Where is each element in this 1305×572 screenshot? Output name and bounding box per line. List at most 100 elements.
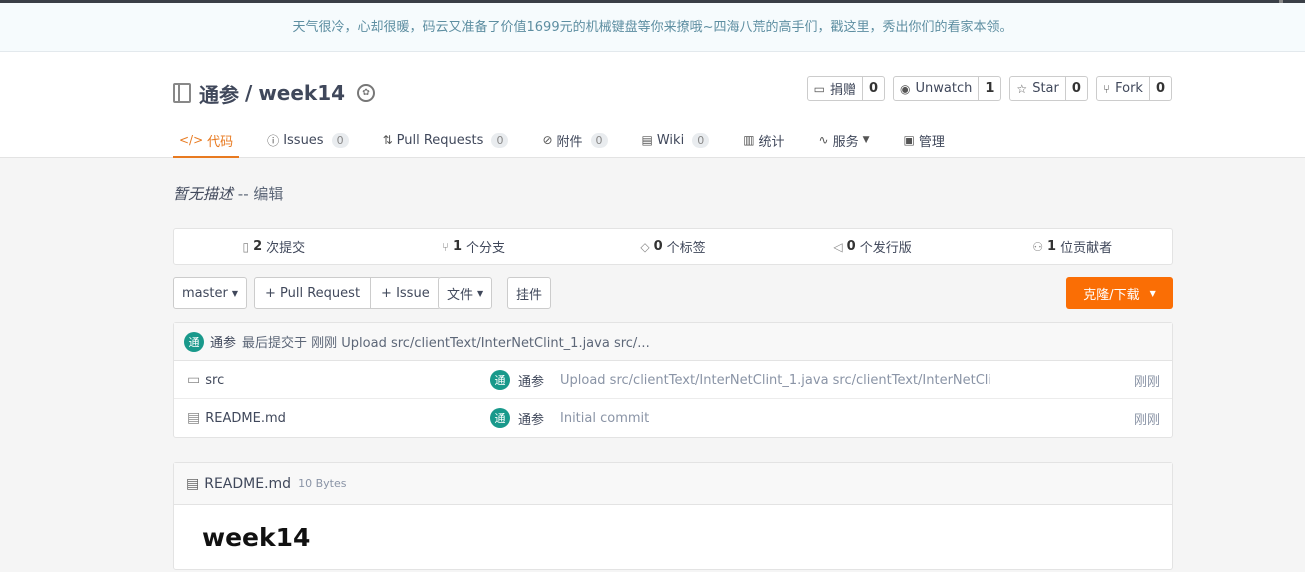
last-commit-author[interactable]: 通参 (210, 332, 236, 351)
fork-button[interactable]: ⑂ Fork 0 (1095, 76, 1172, 101)
caret-down-icon: ▼ (477, 288, 484, 298)
announcement-text[interactable]: 天气很冷，心却很暖，码云又准备了价值1699元的机械键盘等你来撩哦~四海八荒的高… (293, 20, 1013, 35)
tab-statistics-label: 统计 (758, 134, 785, 150)
last-commit-bar: 通 通参 最后提交于 刚刚 Upload src/clientText/Inte… (174, 323, 1172, 361)
clone-download-label: 克隆/下载 (1083, 287, 1140, 303)
donate-button[interactable]: ▭ 捐赠 0 (806, 76, 886, 101)
tab-statistics[interactable]: ▥ 统计 (737, 122, 790, 158)
repo-tabs: </> 代码 ⓘ Issues 0 ⇅ Pull Requests 0 ⊘ 附件… (173, 122, 973, 158)
new-pull-request-label: + Pull Request (265, 285, 361, 301)
stat-releases[interactable]: ◁ 0 个发行版 (773, 229, 973, 264)
tab-code[interactable]: </> 代码 (173, 122, 240, 158)
file-icon: ▤ (187, 410, 201, 426)
unwatch-button[interactable]: ◉ Unwatch 1 (893, 76, 1002, 101)
tab-issues[interactable]: ⓘ Issues 0 (261, 122, 354, 158)
stat-releases-label: 个发行版 (859, 241, 912, 256)
commits-icon: ▯ (242, 239, 250, 254)
avatar[interactable]: 通 (490, 370, 510, 390)
caret-down-icon: ▼ (1149, 288, 1156, 298)
new-issue-button[interactable]: + Issue (370, 278, 440, 308)
stat-branches-label: 个分支 (466, 241, 506, 256)
file-author[interactable]: 通参 (518, 371, 544, 390)
tab-issues-label: Issues (283, 132, 324, 148)
repo-name-link[interactable]: week14 (258, 81, 345, 105)
file-name[interactable]: src (205, 373, 224, 388)
file-commit-message[interactable]: Initial commit (560, 399, 990, 437)
fork-icon: ⑂ (1102, 81, 1111, 96)
fork-count[interactable]: 0 (1150, 77, 1171, 100)
stat-tags[interactable]: ◇ 0 个标签 (573, 229, 773, 264)
code-icon: </> (179, 133, 204, 147)
tab-manage-label: 管理 (918, 134, 945, 150)
avatar[interactable]: 通 (184, 331, 204, 352)
file-name-cell[interactable]: ▭ src (187, 361, 224, 399)
repo-owner-link[interactable]: 通参 (199, 79, 239, 108)
stat-contributors[interactable]: ⚇ 1 位贡献者 (972, 229, 1172, 264)
repo-header: 通参 / week14 ✿ ▭ 捐赠 0 ◉ Unwatch 1 ☆ Star 0 ⑂… (0, 52, 1305, 158)
file-name-cell[interactable]: ▤ README.md (187, 399, 286, 437)
fork-label: Fork (1115, 81, 1143, 96)
tab-manage[interactable]: ▣ 管理 (898, 122, 951, 158)
new-actions-group: + Pull Request + Issue (254, 277, 441, 309)
table-row[interactable]: ▤ README.md 通 通参 Initial commit 刚刚 (174, 399, 1172, 437)
tab-wiki-label: Wiki (656, 132, 685, 148)
new-issue-label: + Issue (381, 285, 430, 301)
eye-icon: ◉ (900, 81, 911, 96)
donate-label: 捐赠 (829, 83, 856, 98)
stat-commits[interactable]: ▯ 2 次提交 (174, 229, 374, 264)
file-menu-button[interactable]: 文件 ▼ (438, 277, 493, 309)
file-name[interactable]: README.md (205, 411, 286, 426)
branch-select[interactable]: master ▼ (173, 277, 247, 309)
stat-branches[interactable]: ⑂ 1 个分支 (374, 229, 574, 264)
clone-download-button[interactable]: 克隆/下载 ▼ (1066, 277, 1173, 309)
wiki-icon: ▤ (641, 133, 653, 147)
readme-heading: week14 (202, 523, 311, 552)
readme-filename[interactable]: README.md (204, 476, 291, 492)
tab-code-label: 代码 (207, 134, 234, 150)
readme-panel: ▤ README.md 10 Bytes week14 (173, 462, 1173, 570)
stat-tags-label: 个标签 (666, 241, 706, 256)
widget-label: 挂件 (516, 287, 543, 303)
file-author[interactable]: 通参 (518, 409, 544, 428)
stat-tags-count: 0 (653, 239, 663, 254)
watch-count[interactable]: 1 (979, 77, 1000, 100)
last-commit-text[interactable]: 最后提交于 刚刚 Upload src/clientText/InterNetC… (242, 332, 650, 351)
avatar[interactable]: 通 (490, 408, 510, 428)
star-label: Star (1032, 81, 1059, 96)
issue-icon: ⓘ (267, 133, 280, 148)
file-author-cell: 通 通参 (490, 361, 544, 399)
star-button[interactable]: ☆ Star 0 (1009, 76, 1088, 101)
tag-icon: ◇ (640, 239, 650, 254)
recommend-badge-icon[interactable]: ✿ (357, 84, 376, 102)
tab-attachments[interactable]: ⊘ 附件 0 (536, 122, 613, 158)
stat-contributors-count: 1 (1047, 239, 1057, 254)
branch-icon: ⑂ (441, 239, 449, 254)
star-count[interactable]: 0 (1066, 77, 1087, 100)
description-edit-link[interactable]: 编辑 (253, 185, 283, 203)
tab-pull-requests[interactable]: ⇅ Pull Requests 0 (377, 122, 515, 158)
donate-icon: ▭ (813, 81, 825, 96)
donate-count[interactable]: 0 (863, 77, 884, 100)
repo-title: 通参 / week14 ✿ (173, 79, 376, 108)
pull-request-icon: ⇅ (382, 133, 393, 147)
caret-down-icon: ▼ (231, 288, 238, 298)
file-commit-message[interactable]: Upload src/clientText/InterNetClint_1.ja… (560, 361, 990, 399)
repo-actions: ▭ 捐赠 0 ◉ Unwatch 1 ☆ Star 0 ⑂ Fork 0 (806, 76, 1172, 101)
unwatch-label: Unwatch (915, 81, 973, 96)
table-row[interactable]: ▭ src 通 通参 Upload src/clientText/InterNe… (174, 361, 1172, 399)
branch-select-label: master (182, 285, 228, 301)
tab-issues-count: 0 (331, 132, 349, 148)
stat-branches-count: 1 (452, 239, 462, 254)
stat-contributors-label: 位贡献者 (1060, 241, 1113, 256)
tab-attachments-label: 附件 (556, 134, 583, 150)
tab-attachments-count: 0 (590, 132, 608, 148)
attachment-icon: ⊘ (542, 133, 553, 147)
announcement-banner[interactable]: 天气很冷，心却很暖，码云又准备了价值1699元的机械键盘等你来撩哦~四海八荒的高… (0, 3, 1305, 52)
tab-wiki[interactable]: ▤ Wiki 0 (636, 122, 716, 158)
new-pull-request-button[interactable]: + Pull Request (255, 278, 370, 308)
description-text: 暂无描述 (173, 185, 234, 203)
tab-services[interactable]: ∿ 服务 ▼ (813, 122, 876, 158)
widget-button[interactable]: 挂件 (507, 277, 552, 309)
stat-commits-count: 2 (253, 239, 263, 254)
readme-size: 10 Bytes (298, 477, 347, 490)
